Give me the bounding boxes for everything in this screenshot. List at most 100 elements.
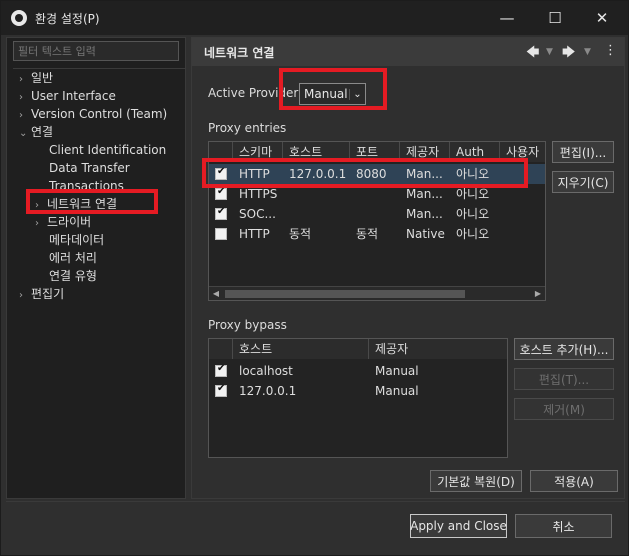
cell-auth: 아니오 [456,207,490,221]
row-checkbox[interactable] [215,206,227,220]
tree-item-label: Data Transfer [49,161,130,175]
collapse-arrow-icon[interactable]: ⌄ [19,125,31,143]
expand-arrow-icon[interactable]: › [35,215,47,233]
row-checkbox[interactable] [215,186,227,200]
scroll-right-icon[interactable]: ▶ [531,287,545,300]
column-header-provider[interactable]: 제공자 [400,142,450,162]
network-connections-page: 네트워크 연결 🡄 ▼ 🡆 ▼ ⋮ Active Provider: Manua… [191,37,625,499]
table-row[interactable]: HTTP 127.0.0.1 8080 Man... 아니오 [209,164,545,184]
scroll-left-icon[interactable]: ◀ [209,287,223,300]
cell-provider: Manual [375,384,419,398]
tree-item-data-transfer[interactable]: Data Transfer [49,159,130,177]
tree-item-general[interactable]: › 일반 [19,69,53,87]
tree-item-label: 메타데이터 [49,233,105,247]
preferences-tree: › 일반 › User Interface › Version Control (Te… [13,68,185,496]
column-header-checkbox[interactable] [209,339,233,359]
window-title: 환경 설정(P) [35,11,100,26]
tree-item-user-interface[interactable]: › User Interface [19,87,116,105]
tree-item-network-connections[interactable]: › 네트워크 연결 [35,195,117,213]
apply-and-close-button[interactable]: Apply and Close [410,514,507,538]
cell-provider: Manual [375,364,419,378]
forward-history-dropdown-icon[interactable]: ▼ [584,47,591,57]
proxy-bypass-table[interactable]: 호스트 제공자 localhost Manual 127.0.0.1 Manua… [208,338,508,458]
cell-provider: Man... [406,207,443,221]
proxy-entries-table[interactable]: 스키마 호스트 포트 제공자 Auth 사용자 HTTP 127.0.0.1 8… [208,141,546,301]
app-icon [11,10,27,26]
restore-defaults-button[interactable]: 기본값 복원(D) [430,470,522,492]
tree-item-drivers[interactable]: › 드라이버 [35,213,91,231]
view-menu-icon[interactable]: ⋮ [604,43,617,58]
tree-item-label: User Interface [31,89,116,103]
cell-auth: 아니오 [456,167,490,181]
cell-port: 동적 [356,227,379,241]
tree-item-label: 네트워크 연결 [47,197,118,211]
column-header-auth[interactable]: Auth [450,142,500,162]
cell-auth: 아니오 [456,187,490,201]
row-checkbox[interactable] [215,363,227,377]
cancel-button[interactable]: 취소 [515,514,612,538]
chevron-down-icon: ⌄ [349,88,365,100]
column-header-scheme[interactable]: 스키마 [233,142,283,162]
tree-item-label: Client Identification [49,143,167,157]
row-checkbox[interactable] [215,383,227,397]
minimize-button[interactable]: — [484,1,530,35]
tree-item-connections[interactable]: ⌄ 연결 [19,123,53,141]
proxy-bypass-label: Proxy bypass [208,318,287,332]
tree-item-label: 연결 유형 [49,269,97,283]
table-row[interactable]: HTTPS Man... 아니오 [209,184,545,204]
row-checkbox[interactable] [215,228,227,240]
edit-host-button[interactable]: 편집(T)... [514,368,614,390]
tree-item-label: 일반 [31,71,54,85]
cell-auth: 아니오 [456,227,490,241]
tree-item-metadata[interactable]: 메타데이터 [49,231,104,249]
row-checkbox[interactable] [215,166,227,180]
tree-item-connection-types[interactable]: 연결 유형 [49,267,97,285]
cell-provider: Man... [406,187,443,201]
horizontal-scrollbar[interactable]: ◀ ▶ [209,286,545,300]
add-host-button[interactable]: 호스트 추가(H)... [514,338,614,360]
cell-scheme: SOC... [239,207,276,221]
close-button[interactable]: ✕ [579,1,625,35]
tree-item-label: 편집기 [31,287,65,301]
page-header: 네트워크 연결 🡄 ▼ 🡆 ▼ ⋮ [192,38,624,66]
filter-input[interactable] [13,41,179,61]
preferences-tree-panel: ›일반 ›User Interface ›Version Control (Te… [6,37,186,499]
title-bar[interactable]: 환경 설정(P) — ☐ ✕ [1,1,628,35]
apply-button[interactable]: 적용(A) [530,470,618,492]
column-header-user[interactable]: 사용자 [500,142,545,162]
column-header-port[interactable]: 포트 [350,142,400,162]
cell-provider: Man... [406,167,443,181]
column-header-provider[interactable]: 제공자 [369,339,507,359]
tree-item-client-identification[interactable]: Client Identification [49,141,166,159]
tree-item-label: Transactions [49,179,124,193]
cell-scheme: HTTP [239,227,270,241]
column-header-checkbox[interactable] [209,142,233,162]
remove-host-button[interactable]: 제거(M) [514,398,614,420]
tree-item-editors[interactable]: › 편집기 [19,285,64,303]
forward-arrow-icon[interactable]: 🡆 [562,43,575,65]
tree-item-error-handling[interactable]: 에러 처리 [49,249,97,267]
table-row[interactable]: SOC... Man... 아니오 [209,204,545,224]
table-row[interactable]: 127.0.0.1 Manual [209,381,507,401]
scrollbar-thumb[interactable] [225,290,465,298]
column-header-host[interactable]: 호스트 [283,142,350,162]
edit-proxy-button[interactable]: 편집(I)... [552,141,614,163]
expand-arrow-icon[interactable]: › [19,287,31,305]
column-header-host[interactable]: 호스트 [233,339,369,359]
cell-host: 127.0.0.1 [289,167,347,181]
footer-divider [6,501,625,502]
cell-port: 8080 [356,167,387,181]
cell-scheme: HTTP [239,167,270,181]
tree-item-version-control[interactable]: › Version Control (Team) [19,105,167,123]
proxy-entries-label: Proxy entries [208,121,287,135]
tree-item-transactions[interactable]: Transactions [49,177,124,195]
preferences-window: 환경 설정(P) — ☐ ✕ ›일반 ›User Interface ›Vers… [0,0,629,556]
tree-item-label: 드라이버 [47,215,92,229]
active-provider-select[interactable]: Manual ⌄ [299,83,366,105]
maximize-button[interactable]: ☐ [532,1,578,35]
back-history-dropdown-icon[interactable]: ▼ [546,47,553,57]
table-row[interactable]: localhost Manual [209,361,507,381]
back-arrow-icon[interactable]: 🡄 [526,43,539,65]
table-row[interactable]: HTTP 동적 동적 Native 아니오 [209,224,545,244]
clear-proxy-button[interactable]: 지우기(C) [552,171,614,193]
